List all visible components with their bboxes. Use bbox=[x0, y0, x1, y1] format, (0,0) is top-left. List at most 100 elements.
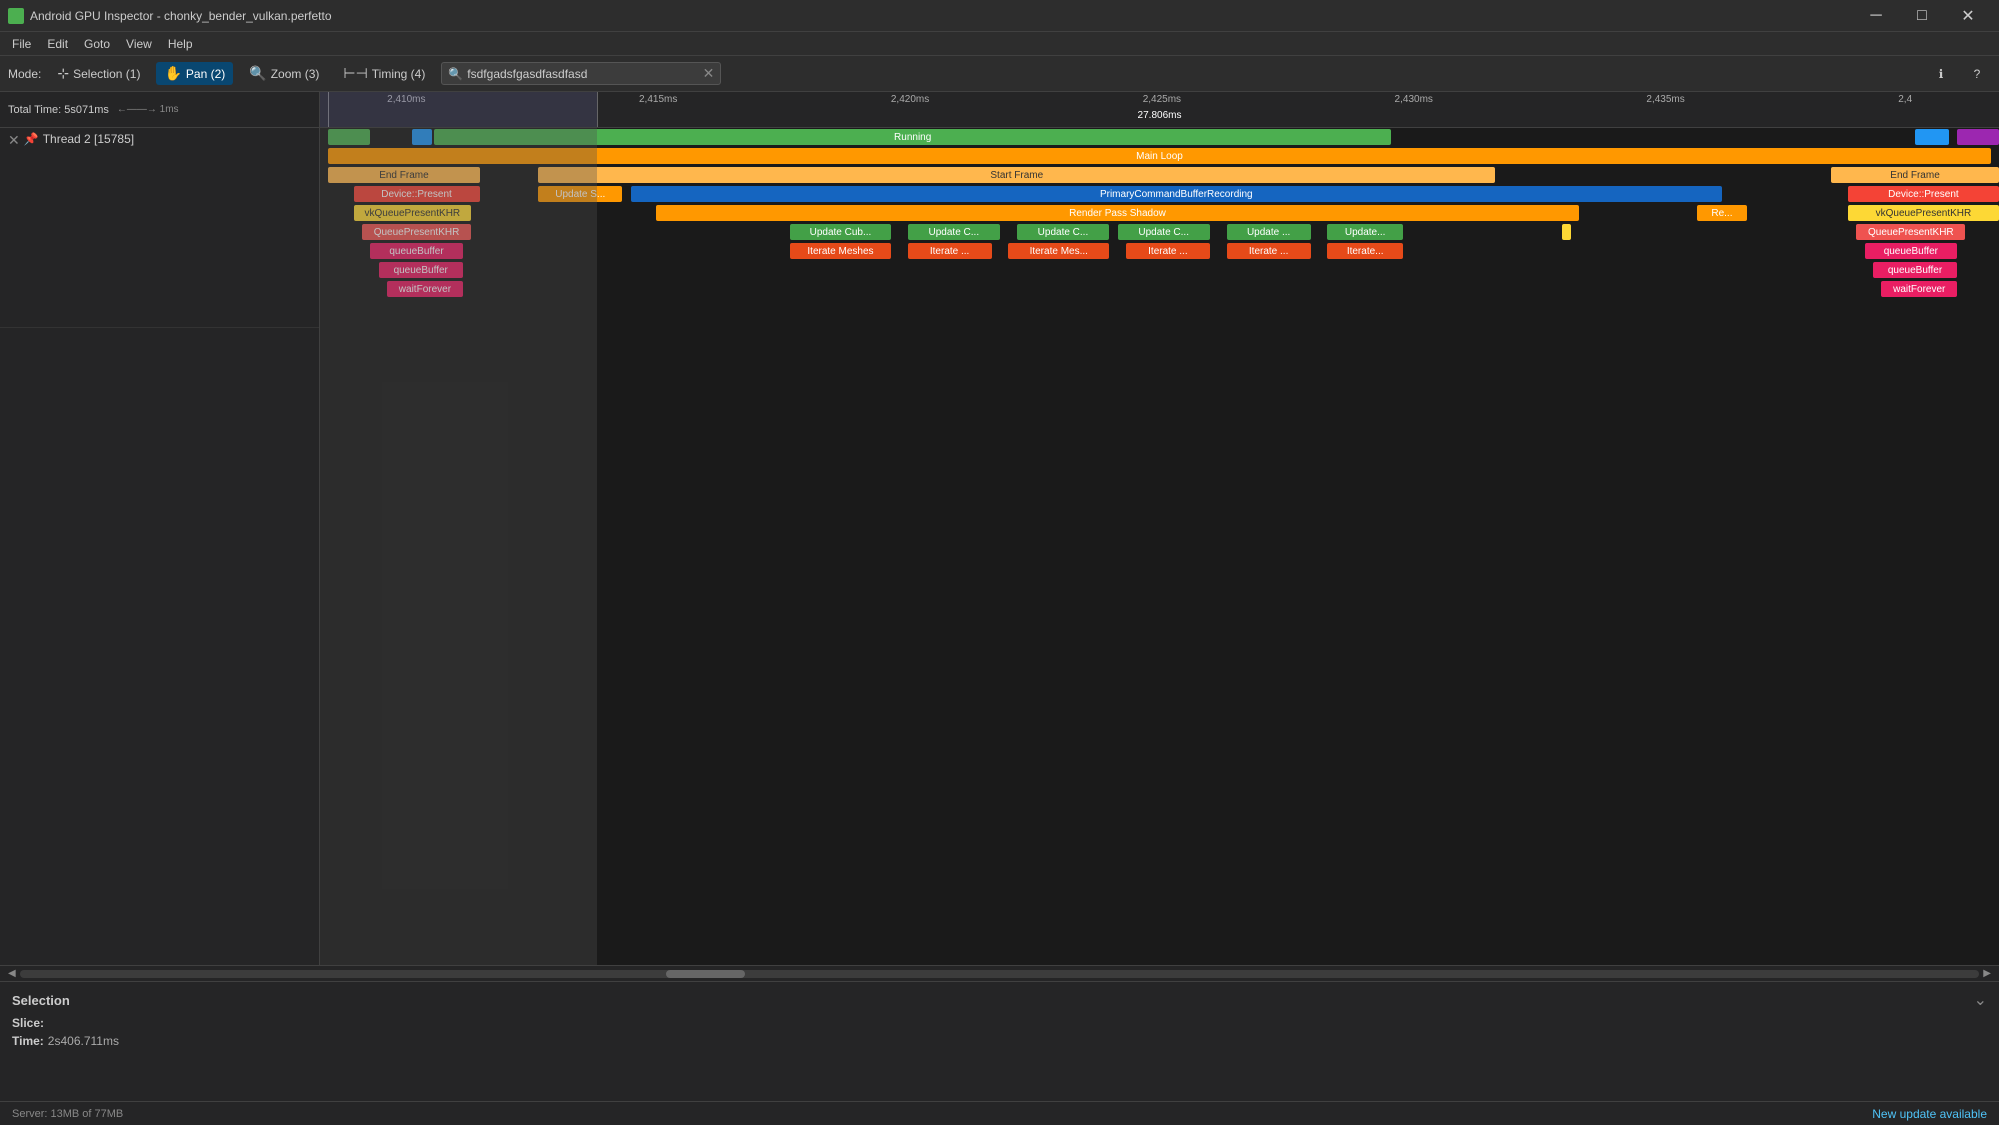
timeline-area: Total Time: 5s071ms ←——→ 1ms 2,410ms 2,4… bbox=[0, 92, 1999, 981]
flame-block-queuepresent2[interactable]: QueuePresentKHR bbox=[1856, 224, 1965, 240]
flame-block-waitforever1[interactable]: waitForever bbox=[387, 281, 463, 297]
search-input[interactable] bbox=[467, 67, 702, 81]
center-time-label: 27.806ms bbox=[1138, 110, 1182, 121]
flame-block-queuebuf2[interactable]: queueBuffer bbox=[1865, 243, 1957, 259]
mode-pan-label: Pan (2) bbox=[186, 67, 225, 81]
mode-zoom-button[interactable]: 🔍 Zoom (3) bbox=[241, 62, 327, 85]
menu-file[interactable]: File bbox=[4, 35, 39, 53]
flame-block-queuebuf4[interactable]: queueBuffer bbox=[1873, 262, 1957, 278]
mode-selection-label: Selection (1) bbox=[73, 67, 140, 81]
selection-panel: Selection ⌄ Slice: Time: 2s406.711ms bbox=[0, 981, 1999, 1101]
title-bar-text: Android GPU Inspector - chonky_bender_vu… bbox=[30, 9, 1853, 23]
flame-row-7: queueBuffer queueBuffer bbox=[320, 261, 1999, 279]
tick-5: 2,435ms bbox=[1646, 94, 1684, 105]
flame-block-small[interactable] bbox=[1562, 224, 1570, 240]
flame-block-update5[interactable]: Update... bbox=[1327, 224, 1403, 240]
track-close-button[interactable]: ✕ bbox=[8, 132, 20, 149]
mode-label: Mode: bbox=[8, 67, 41, 81]
flame-block-updatec1[interactable]: Update C... bbox=[908, 224, 1000, 240]
selection-highlight bbox=[320, 92, 597, 127]
cursor-line-left bbox=[328, 92, 329, 127]
flame-block-primarycmd[interactable]: PrimaryCommandBufferRecording bbox=[631, 186, 1722, 202]
flame-block[interactable] bbox=[328, 129, 370, 145]
flame-block-renderpassshadow[interactable]: Render Pass Shadow bbox=[656, 205, 1579, 221]
menu-edit[interactable]: Edit bbox=[39, 35, 76, 53]
info-button[interactable]: ℹ bbox=[1927, 60, 1955, 88]
selection-time-row: Time: 2s406.711ms bbox=[12, 1034, 1987, 1048]
flame-block-vkqueue2[interactable]: vkQueuePresentKHR bbox=[1848, 205, 1999, 221]
flame-block-queuebuf3[interactable]: queueBuffer bbox=[379, 262, 463, 278]
flame-block[interactable] bbox=[1915, 129, 1949, 145]
flame-block-endframe2[interactable]: End Frame bbox=[1831, 167, 1999, 183]
selection-collapse-button[interactable]: ⌄ bbox=[1974, 990, 1987, 1010]
flame-block-updatec2[interactable]: Update C... bbox=[1017, 224, 1109, 240]
cursor-line-right bbox=[597, 92, 598, 127]
search-clear-button[interactable]: ✕ bbox=[703, 65, 715, 82]
flame-row-0: Running bbox=[320, 128, 1999, 146]
time-label: Time: bbox=[12, 1034, 44, 1048]
track-content[interactable]: Running Main Loop End Frame Start Frame … bbox=[320, 128, 1999, 965]
flame-block-iterate3[interactable]: Iterate ... bbox=[1227, 243, 1311, 259]
minimize-button[interactable]: ─ bbox=[1853, 0, 1899, 32]
flame-block-queuebuf1[interactable]: queueBuffer bbox=[370, 243, 462, 259]
status-bar: Server: 13MB of 77MB New update availabl… bbox=[0, 1101, 1999, 1125]
flame-block-startframe[interactable]: Start Frame bbox=[538, 167, 1495, 183]
tick-2: 2,420ms bbox=[891, 94, 929, 105]
flame-block-mainloop[interactable]: Main Loop bbox=[328, 148, 1990, 164]
tick-3: 2,425ms bbox=[1143, 94, 1181, 105]
flame-block-endframe1[interactable]: End Frame bbox=[328, 167, 479, 183]
track-label-text: Thread 2 [15785] bbox=[43, 132, 311, 146]
mode-selection-button[interactable]: ⊹ Selection (1) bbox=[49, 62, 148, 85]
time-header: Total Time: 5s071ms ←——→ 1ms 2,410ms 2,4… bbox=[0, 92, 1999, 128]
tick-6: 2,4 bbox=[1898, 94, 1912, 105]
flame-block-re[interactable]: Re... bbox=[1697, 205, 1747, 221]
mode-zoom-label: Zoom (3) bbox=[271, 67, 320, 81]
slice-label: Slice: bbox=[12, 1016, 44, 1030]
menu-goto[interactable]: Goto bbox=[76, 35, 118, 53]
flame-block-queuepresent1[interactable]: QueuePresentKHR bbox=[362, 224, 471, 240]
close-button[interactable]: ✕ bbox=[1945, 0, 1991, 32]
info-icon: ℹ bbox=[1939, 67, 1944, 81]
pan-icon: ✋ bbox=[164, 65, 181, 82]
flame-block[interactable] bbox=[412, 129, 432, 145]
flame-row-1: Main Loop bbox=[320, 147, 1999, 165]
timing-icon: ⊢⊣ bbox=[343, 65, 367, 82]
h-scrollbar-track[interactable] bbox=[20, 970, 1980, 978]
menu-help[interactable]: Help bbox=[160, 35, 201, 53]
flame-block-iteratemes[interactable]: Iterate Mes... bbox=[1008, 243, 1109, 259]
menu-view[interactable]: View bbox=[118, 35, 160, 53]
flame-block-waitforever2[interactable]: waitForever bbox=[1881, 281, 1957, 297]
flame-block-iterate4[interactable]: Iterate... bbox=[1327, 243, 1403, 259]
new-update-link[interactable]: New update available bbox=[1872, 1107, 1987, 1121]
maximize-button[interactable]: □ bbox=[1899, 0, 1945, 32]
track-area: ✕ 📌 Thread 2 [15785] Running bbox=[0, 128, 1999, 965]
flame-block-devicepresent2[interactable]: Device::Present bbox=[1848, 186, 1999, 202]
menu-bar: File Edit Goto View Help bbox=[0, 32, 1999, 56]
selection-slice-row: Slice: bbox=[12, 1016, 1987, 1030]
flame-block-updatecub[interactable]: Update Cub... bbox=[790, 224, 891, 240]
flame-block-updates[interactable]: Update S... bbox=[538, 186, 622, 202]
title-bar-buttons: ─ □ ✕ bbox=[1853, 0, 1991, 32]
total-time-text: Total Time: 5s071ms bbox=[8, 104, 109, 116]
scroll-left-button[interactable]: ◀ bbox=[4, 968, 20, 979]
flame-block-iteratemeshes1[interactable]: Iterate Meshes bbox=[790, 243, 891, 259]
flame-block-iterate1[interactable]: Iterate ... bbox=[908, 243, 992, 259]
scroll-right-button[interactable]: ▶ bbox=[1979, 968, 1995, 979]
flame-block-devicepresent1[interactable]: Device::Present bbox=[354, 186, 480, 202]
h-scrollbar: ◀ ▶ bbox=[0, 965, 1999, 981]
flame-block-vkqueue1[interactable]: vkQueuePresentKHR bbox=[354, 205, 472, 221]
mode-pan-button[interactable]: ✋ Pan (2) bbox=[156, 62, 233, 85]
selection-icon: ⊹ bbox=[57, 65, 69, 82]
flame-block[interactable] bbox=[1957, 129, 1999, 145]
mode-timing-button[interactable]: ⊢⊣ Timing (4) bbox=[335, 62, 433, 85]
flame-block-iterate2[interactable]: Iterate ... bbox=[1126, 243, 1210, 259]
track-pin-button[interactable]: 📌 bbox=[24, 132, 39, 146]
flame-block-updatec3[interactable]: Update C... bbox=[1118, 224, 1210, 240]
flame-block-running[interactable]: Running bbox=[434, 129, 1391, 145]
flame-block-update4[interactable]: Update ... bbox=[1227, 224, 1311, 240]
time-ruler[interactable]: 2,410ms 2,415ms 2,420ms 2,425ms 2,430ms … bbox=[320, 92, 1999, 127]
h-scrollbar-thumb[interactable] bbox=[666, 970, 744, 978]
help-button[interactable]: ? bbox=[1963, 60, 1991, 88]
selection-title: Selection bbox=[12, 993, 70, 1008]
total-time: Total Time: 5s071ms ←——→ 1ms bbox=[0, 92, 320, 127]
